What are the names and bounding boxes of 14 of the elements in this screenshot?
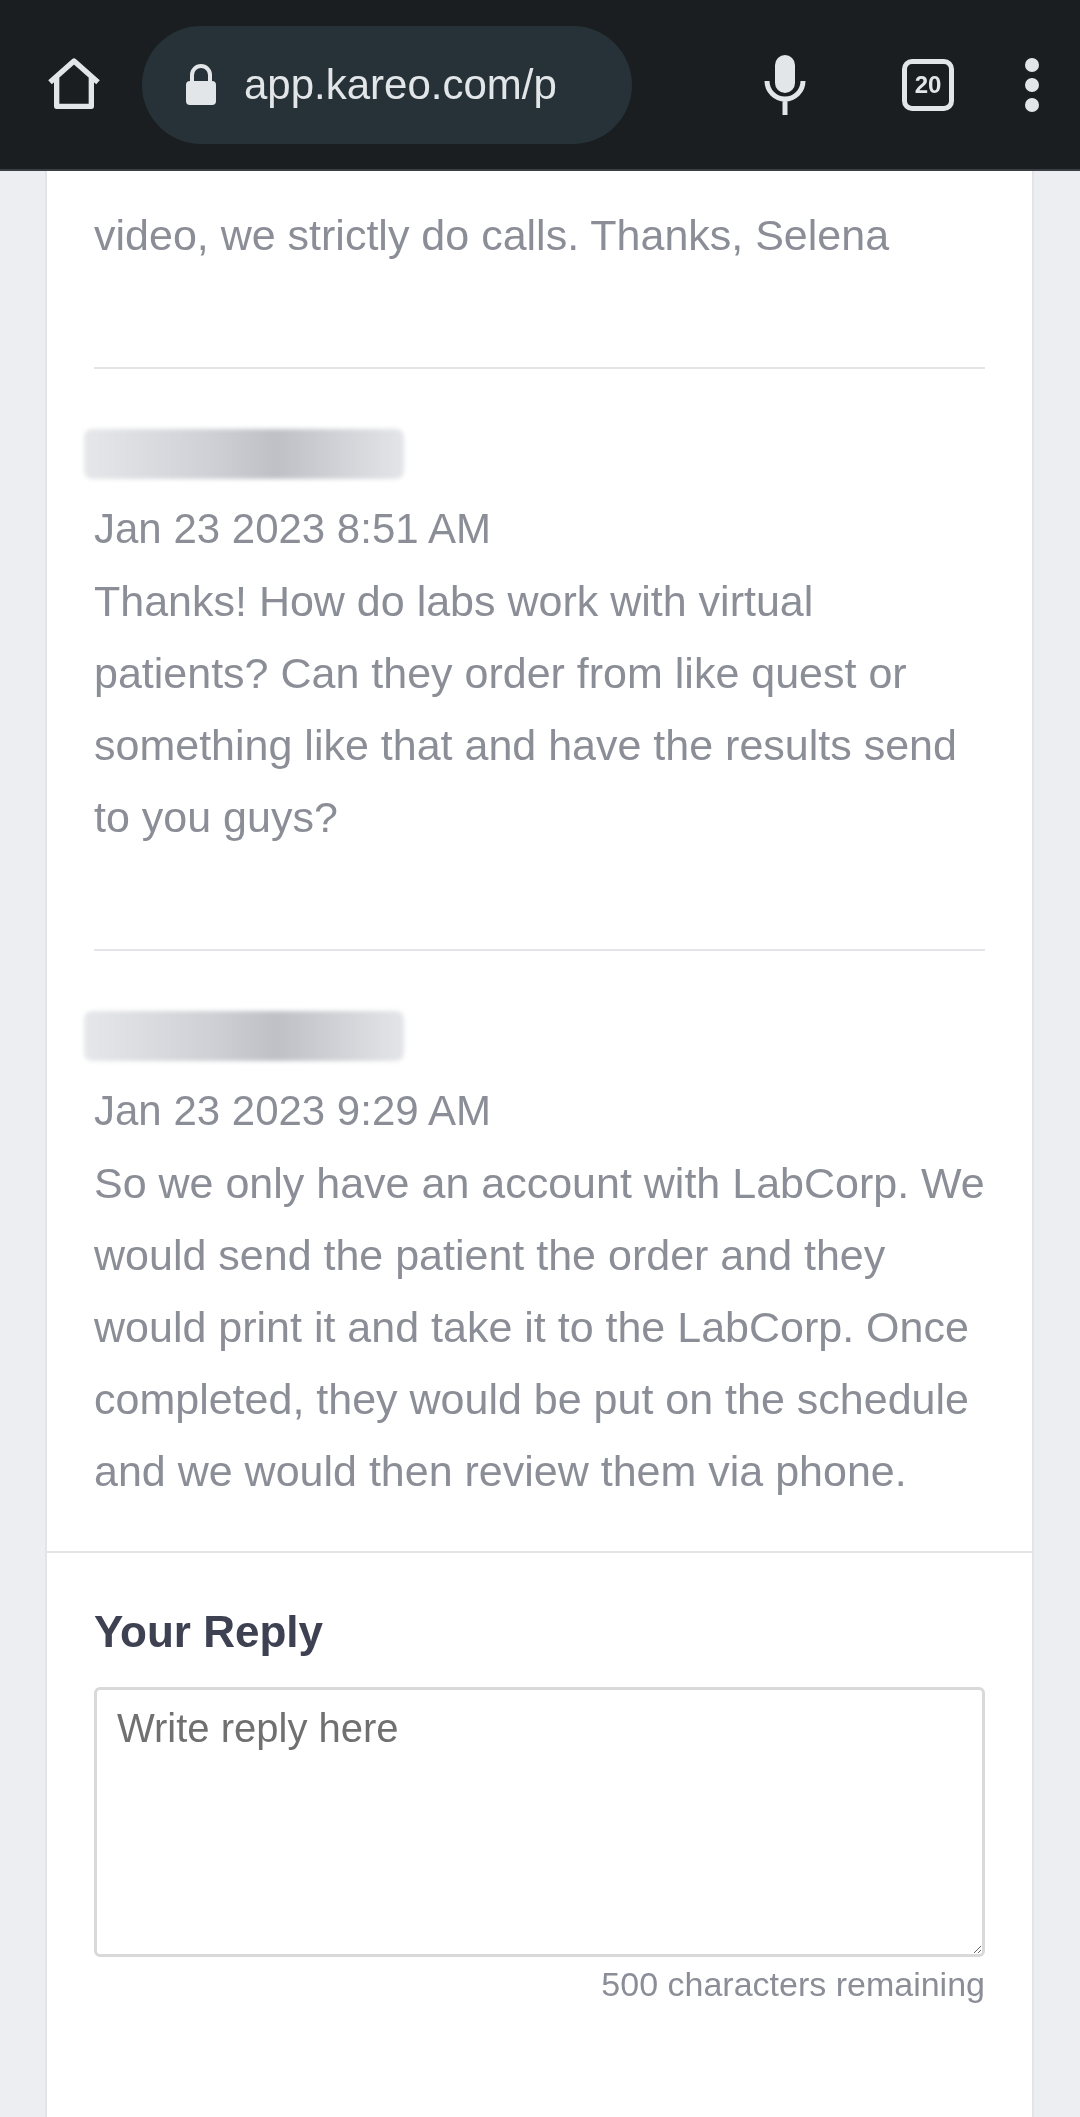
reply-field[interactable]: Write reply here bbox=[94, 1687, 985, 1957]
message-date: Jan 23 2023 9:29 AM bbox=[94, 1086, 492, 1136]
character-counter: 500 characters remaining bbox=[601, 1965, 985, 2004]
reply-heading: Your Reply bbox=[94, 1607, 324, 1657]
message-text: Thanks! How do labs work with virtual patients? Can they order from like quest or something like that and have the results send to you guys? bbox=[94, 576, 958, 843]
url-text: app.kareo.com/p bbox=[244, 60, 557, 109]
more-icon[interactable] bbox=[1024, 56, 1040, 113]
tab-count[interactable]: 20 bbox=[902, 58, 954, 111]
message-date: Jan 23 2023 8:51 AM bbox=[94, 504, 492, 554]
message-text: So we only have an account with LabCorp. We would send the patient the order and they would print it and take it to the LabCorp. Once completed, they would be put on the schedule and we would then review them via phone. bbox=[94, 1158, 985, 1497]
message-text: video, we strictly do calls. Thanks, Selena bbox=[94, 210, 891, 261]
address-bar[interactable]: app.kareo.com/p bbox=[142, 25, 632, 144]
microphone-icon[interactable] bbox=[763, 52, 807, 117]
lock-icon bbox=[184, 62, 218, 107]
